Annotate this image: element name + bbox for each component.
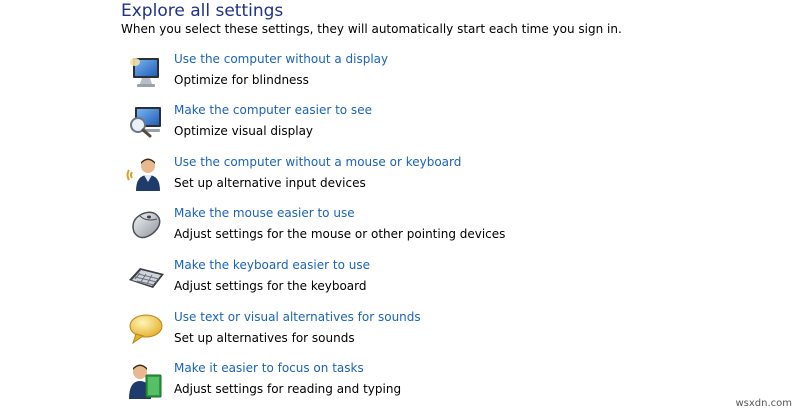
magnifier-monitor-icon (126, 103, 166, 143)
monitor-icon (126, 52, 166, 92)
setting-link-keyboard[interactable]: Make the keyboard easier to use (174, 258, 370, 272)
setting-link-sound-alternatives[interactable]: Use text or visual alternatives for soun… (174, 310, 421, 324)
setting-description: Set up alternative input devices (174, 176, 366, 190)
setting-item-no-mouse-keyboard: Use the computer without a mouse or keyb… (126, 155, 546, 201)
setting-description: Adjust settings for the mouse or other p… (174, 227, 506, 241)
setting-link-mouse[interactable]: Make the mouse easier to use (174, 206, 355, 220)
page-title: Explore all settings (121, 1, 284, 21)
setting-description: Optimize visual display (174, 124, 314, 138)
setting-item-mouse: Make the mouse easier to use Adjust sett… (126, 206, 546, 252)
setting-item-easier-to-see: Make the computer easier to see Optimize… (126, 103, 546, 149)
setting-item-sound-alternatives: Use text or visual alternatives for soun… (126, 310, 546, 356)
setting-item-no-display: Use the computer without a display Optim… (126, 52, 546, 98)
person-book-icon (126, 361, 166, 401)
setting-description: Optimize for blindness (174, 73, 309, 87)
setting-description: Set up alternatives for sounds (174, 331, 355, 345)
speech-bubble-icon (126, 310, 166, 350)
page-description: When you select these settings, they wil… (121, 22, 622, 36)
setting-description: Adjust settings for reading and typing (174, 382, 402, 396)
setting-link-focus[interactable]: Make it easier to focus on tasks (174, 361, 364, 375)
setting-item-focus: Make it easier to focus on tasks Adjust … (126, 361, 546, 407)
setting-link-no-mouse-keyboard[interactable]: Use the computer without a mouse or keyb… (174, 155, 461, 169)
watermark: wsxdn.com (735, 398, 792, 409)
keyboard-icon (126, 258, 166, 298)
person-speaking-icon (126, 155, 166, 195)
setting-link-easier-to-see[interactable]: Make the computer easier to see (174, 103, 372, 117)
mouse-icon (126, 206, 166, 246)
setting-description: Adjust settings for the keyboard (174, 279, 367, 293)
setting-item-keyboard: Make the keyboard easier to use Adjust s… (126, 258, 546, 304)
ease-of-access-panel: Explore all settings When you select the… (0, 0, 800, 411)
setting-link-no-display[interactable]: Use the computer without a display (174, 52, 388, 66)
